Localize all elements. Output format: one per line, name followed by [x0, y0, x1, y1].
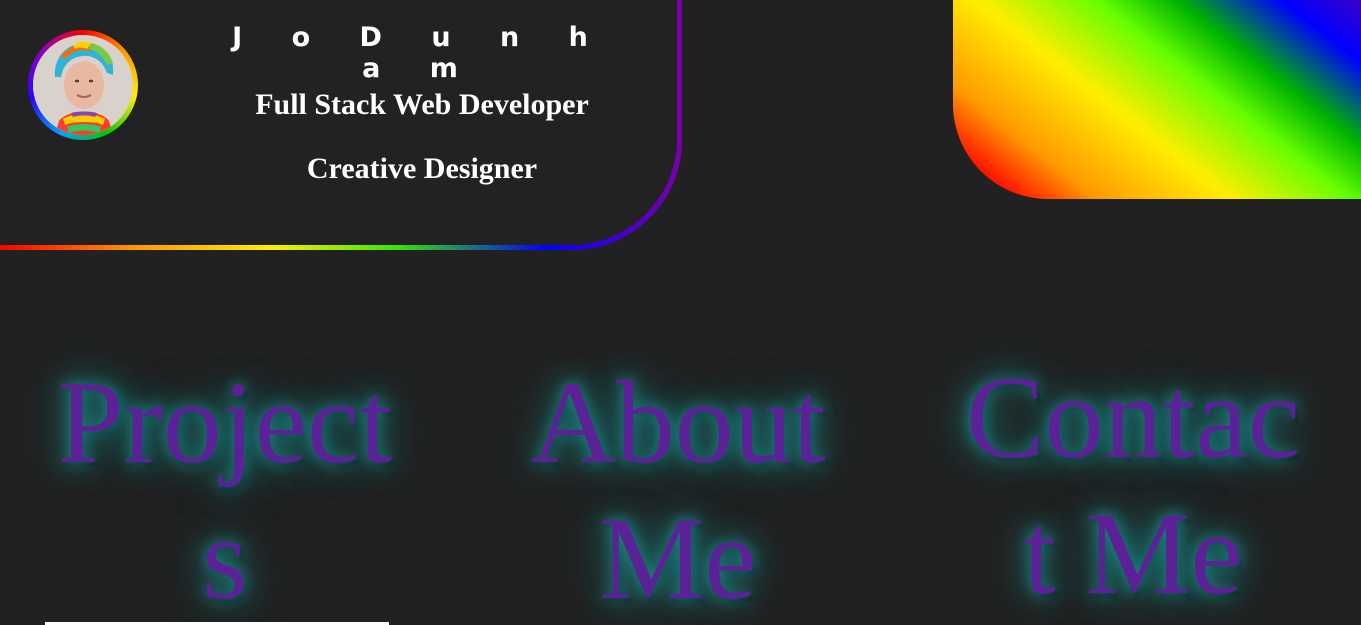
profile-name: J o D u n h a m	[232, 22, 608, 84]
nav-link-contact[interactable]: Contact Me	[963, 350, 1303, 622]
role-title-developer: Full Stack Web Developer	[255, 88, 589, 121]
nav-link-projects[interactable]: Projects	[55, 355, 395, 625]
nav-link-about[interactable]: About Me	[508, 355, 848, 625]
profile-photo-icon	[33, 35, 133, 135]
avatar	[33, 35, 133, 135]
role-title-designer: Creative Designer	[306, 152, 538, 185]
avatar-ring	[28, 30, 138, 140]
rainbow-corner-decoration	[953, 0, 1361, 199]
